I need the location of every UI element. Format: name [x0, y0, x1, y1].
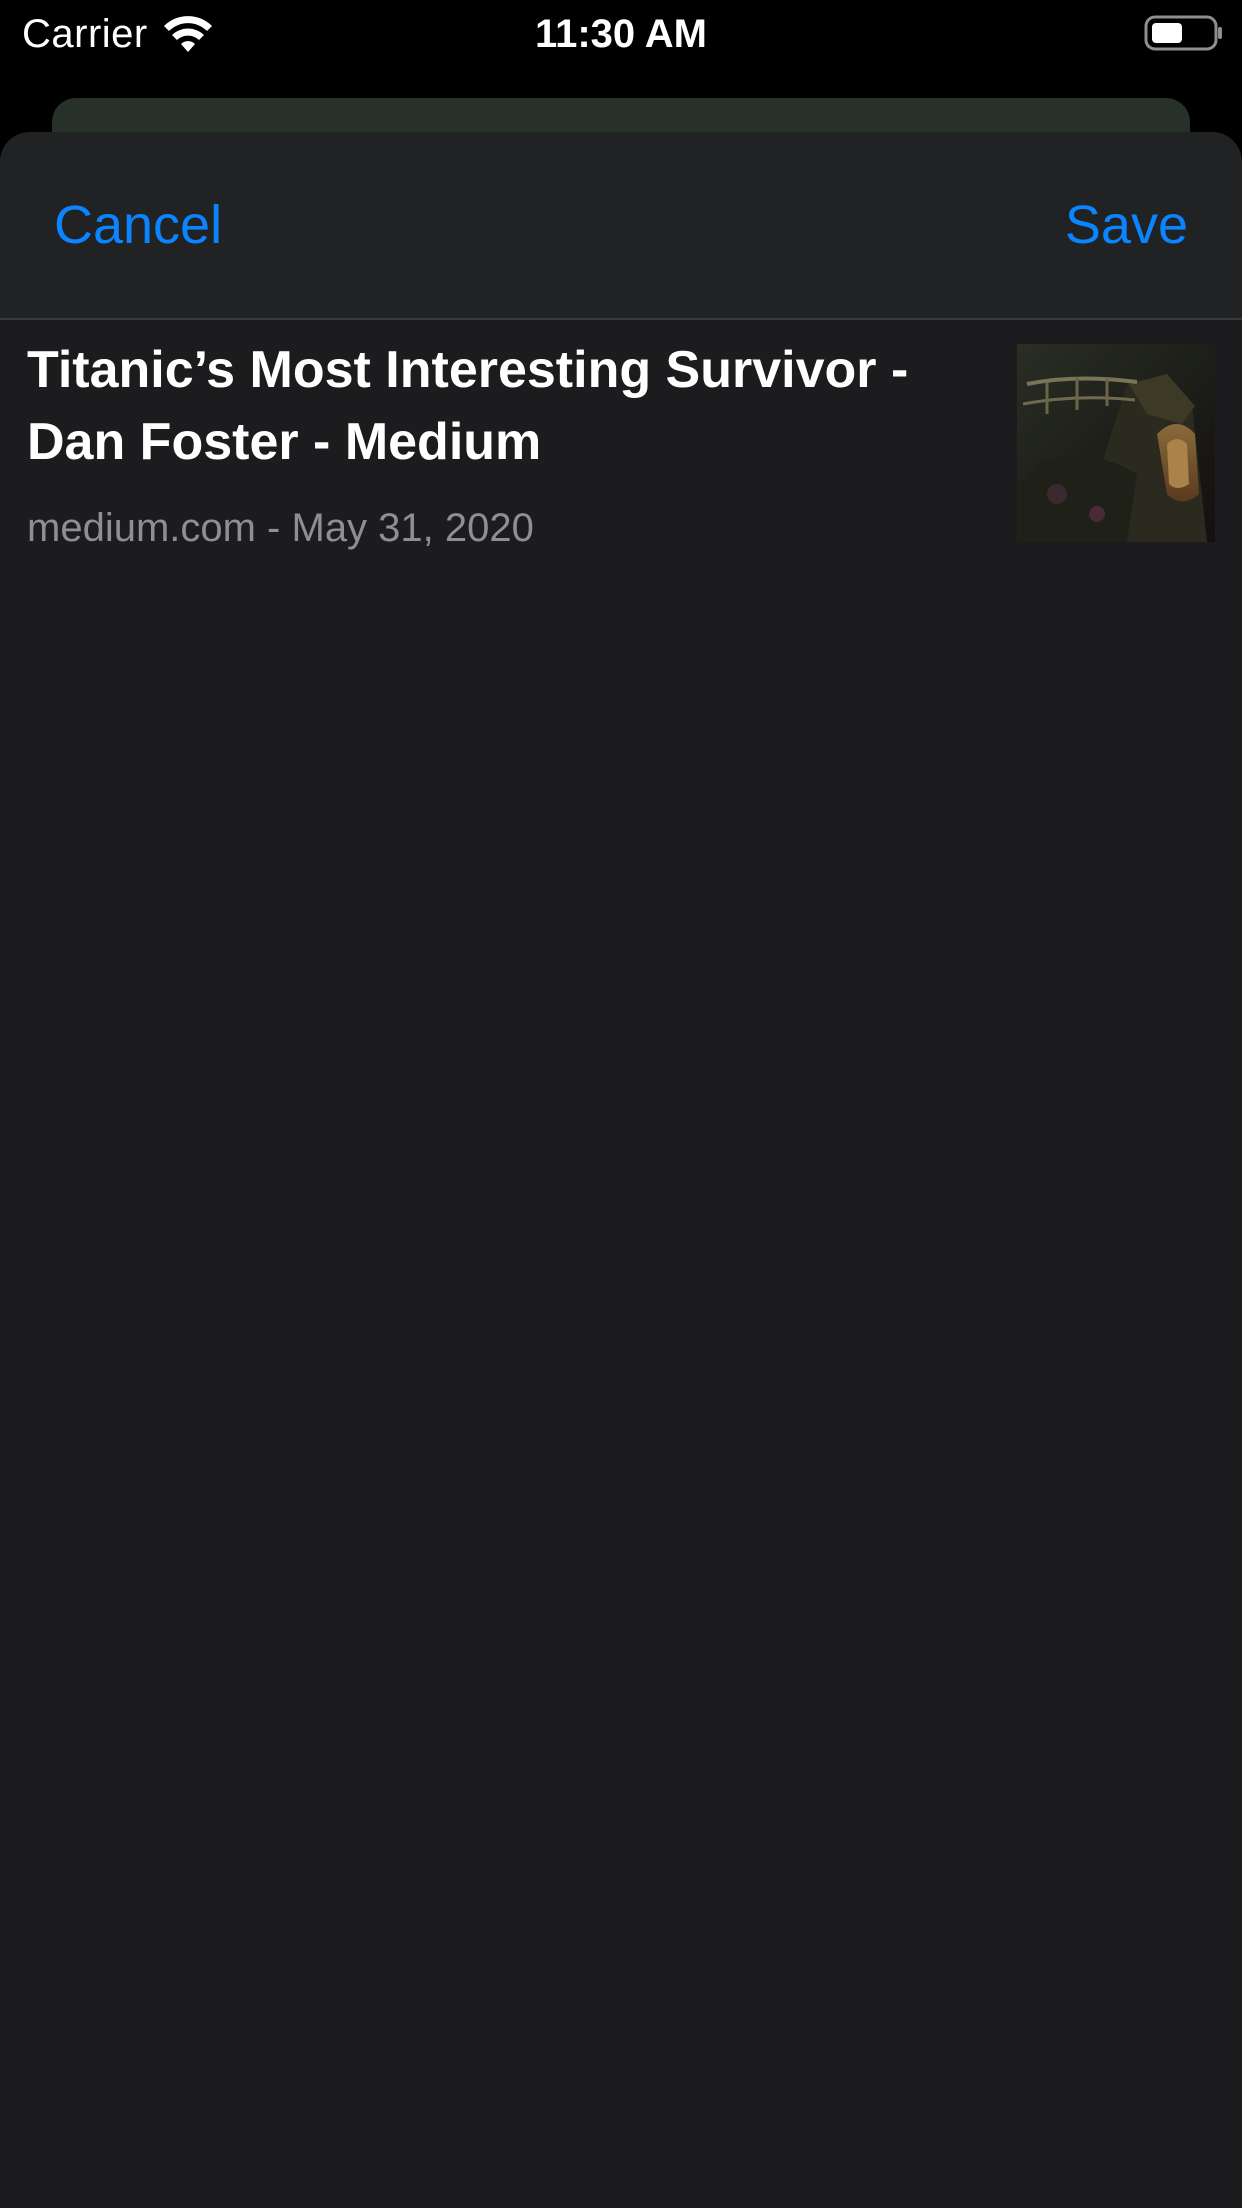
cancel-button[interactable]: Cancel	[54, 192, 222, 258]
sheet-nav-bar: Cancel Save	[0, 132, 1242, 320]
screen: Carrier 11:30 AM Cancel Save Titanic’s M…	[0, 0, 1242, 2208]
link-thumbnail	[1017, 344, 1215, 542]
link-title: Titanic’s Most Interesting Survivor - Da…	[27, 341, 909, 471]
link-preview-row[interactable]: Titanic’s Most Interesting Survivor - Da…	[0, 320, 1242, 560]
save-link-sheet: Cancel Save Titanic’s Most Interesting S…	[0, 132, 1242, 2208]
shipwreck-thumbnail-icon	[1017, 344, 1215, 542]
clock-time: 11:30 AM	[535, 12, 707, 56]
status-bar: Carrier 11:30 AM	[0, 0, 1242, 70]
link-domain-date: medium.com - May 31, 2020	[27, 506, 534, 550]
save-button[interactable]: Save	[1065, 192, 1188, 258]
battery-icon	[1144, 15, 1222, 51]
